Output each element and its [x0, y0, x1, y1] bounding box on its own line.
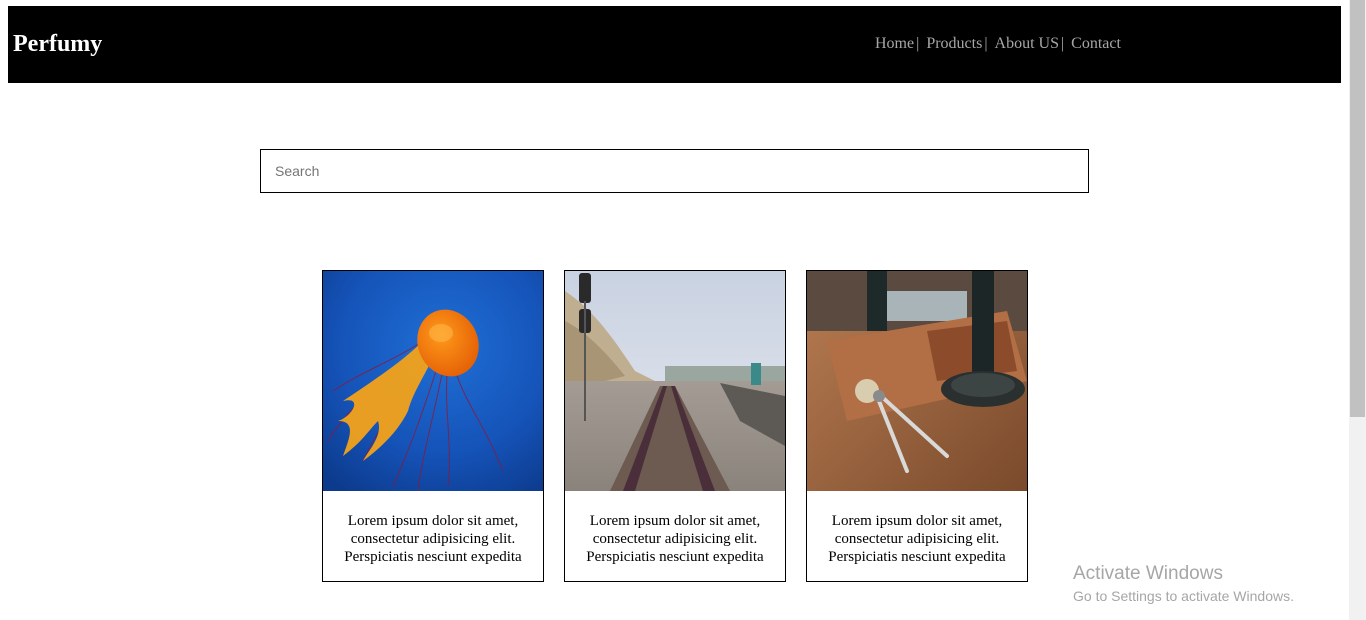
nav-item-home: Home | — [875, 34, 926, 54]
product-card[interactable]: Lorem ipsum dolor sit amet, consectetur … — [322, 270, 544, 582]
nav-separator: | — [1060, 35, 1065, 52]
product-card[interactable]: Lorem ipsum dolor sit amet, consectetur … — [564, 270, 786, 582]
nav-link-products[interactable]: Products — [926, 34, 982, 54]
card-description: Lorem ipsum dolor sit amet, consectetur … — [586, 513, 764, 565]
search-input[interactable] — [260, 149, 1089, 193]
card-description: Lorem ipsum dolor sit amet, consectetur … — [344, 513, 522, 565]
nav-link-home[interactable]: Home — [875, 34, 914, 54]
nav-item-about: About US | — [995, 34, 1072, 54]
card-description: Lorem ipsum dolor sit amet, consectetur … — [828, 513, 1006, 565]
windows-activation-watermark: Activate Windows Go to Settings to activ… — [1073, 563, 1294, 606]
page: Perfumy Home | Products | About US | Con… — [0, 0, 1349, 620]
nav-item-contact: Contact — [1071, 34, 1121, 54]
scrollbar-thumb[interactable] — [1350, 0, 1365, 417]
navbar: Perfumy Home | Products | About US | Con… — [8, 6, 1341, 83]
watermark-title: Activate Windows — [1073, 563, 1223, 584]
product-card[interactable]: Lorem ipsum dolor sit amet, consectetur … — [806, 270, 1028, 582]
brand-logo[interactable]: Perfumy — [13, 31, 102, 57]
nav-separator: | — [916, 35, 920, 52]
nav-item-products: Products | — [926, 34, 994, 54]
watermark-subtitle: Go to Settings to activate Windows. — [1073, 588, 1294, 604]
nav-link-about[interactable]: About US — [995, 34, 1059, 54]
desk-tools-photo — [807, 271, 1027, 491]
jellyfish-photo — [323, 271, 543, 491]
nav-link-contact[interactable]: Contact — [1071, 34, 1121, 54]
main-nav: Home | Products | About US | Contact — [875, 34, 1121, 54]
railway-track-photo — [565, 271, 785, 491]
nav-separator: | — [984, 35, 988, 52]
